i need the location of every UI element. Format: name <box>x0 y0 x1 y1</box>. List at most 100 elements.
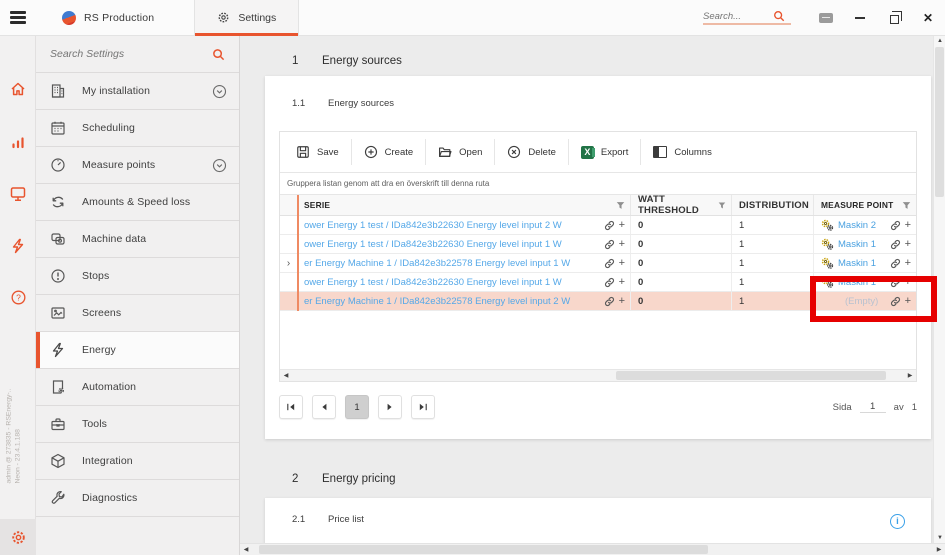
prev-page-button[interactable] <box>312 395 336 419</box>
nav-screens-button[interactable] <box>0 177 36 211</box>
serie-cell[interactable]: er Energy Machine 1 / IDa842e3b22578 Ene… <box>297 292 631 310</box>
link-icon[interactable] <box>890 239 901 250</box>
page-number-input[interactable] <box>860 401 886 413</box>
delete-button[interactable]: Delete <box>495 132 567 172</box>
sidebar-item-diagnostics[interactable]: Diagnostics <box>36 480 239 517</box>
sidebar-item-machine-data[interactable]: Machine data <box>36 221 239 258</box>
page-horizontal-scrollbar[interactable]: ◀ ▶ <box>240 543 945 555</box>
table-row[interactable]: › er Energy Machine 1 / IDa842e3b22578 E… <box>280 254 916 273</box>
add-icon[interactable]: + <box>619 239 625 250</box>
column-header-watt-threshold[interactable]: WATT THRESHOLD <box>631 195 732 215</box>
chevron-down-icon[interactable] <box>212 158 227 173</box>
add-icon[interactable]: + <box>619 258 625 269</box>
grid-horizontal-scrollbar[interactable]: ◀ ▶ <box>280 369 916 381</box>
sidebar-item-scheduling[interactable]: Scheduling <box>36 110 239 147</box>
save-button[interactable]: Save <box>284 132 351 172</box>
link-icon[interactable] <box>604 296 615 307</box>
create-button[interactable]: Create <box>352 132 426 172</box>
export-button[interactable]: Export <box>569 132 640 172</box>
nav-energy-button[interactable] <box>0 229 36 263</box>
nav-help-button[interactable]: ? <box>0 280 36 314</box>
column-header-measure-point[interactable]: MEASURE POINT <box>814 195 916 215</box>
measure-point-cell[interactable]: Maskin 1 + <box>814 254 916 272</box>
measure-point-cell[interactable]: Maskin 1 + <box>814 273 916 291</box>
scrollbar-track[interactable] <box>252 544 933 555</box>
serie-cell[interactable]: ower Energy 1 test / IDa842e3b22630 Ener… <box>297 273 631 291</box>
link-icon[interactable] <box>604 277 615 288</box>
next-page-button[interactable] <box>378 395 402 419</box>
distribution-cell[interactable]: 1 <box>732 216 814 234</box>
serie-cell[interactable]: er Energy Machine 1 / IDa842e3b22578 Ene… <box>297 254 631 272</box>
serie-cell[interactable]: ower Energy 1 test / IDa842e3b22630 Ener… <box>297 216 631 234</box>
hamburger-menu-icon[interactable] <box>0 0 36 36</box>
distribution-cell[interactable]: 1 <box>732 292 814 310</box>
scroll-down-icon[interactable]: ▼ <box>934 535 945 541</box>
measure-point-cell[interactable]: Maskin 1 + <box>814 235 916 253</box>
last-page-button[interactable] <box>411 395 435 419</box>
watt-threshold-cell[interactable]: 0 <box>631 216 732 234</box>
watt-threshold-cell[interactable]: 0 <box>631 254 732 272</box>
sidebar-item-tools[interactable]: Tools <box>36 406 239 443</box>
add-icon[interactable]: + <box>905 277 911 288</box>
restore-button[interactable] <box>877 0 911 36</box>
add-icon[interactable]: + <box>905 220 911 231</box>
measure-point-link[interactable]: Maskin 2 <box>838 220 876 231</box>
page-vertical-scrollbar[interactable]: ▲ ▼ <box>933 36 945 543</box>
scroll-right-icon[interactable]: ▶ <box>904 372 916 379</box>
filter-icon[interactable] <box>902 201 911 210</box>
add-icon[interactable]: + <box>619 220 625 231</box>
nav-home-button[interactable] <box>0 72 36 106</box>
nav-analytics-button[interactable] <box>0 125 36 159</box>
watt-threshold-cell[interactable]: 0 <box>631 273 732 291</box>
open-button[interactable]: Open <box>426 132 494 172</box>
table-row-highlighted[interactable]: er Energy Machine 1 / IDa842e3b22578 Ene… <box>280 292 916 311</box>
column-header-distribution[interactable]: DISTRIBUTION <box>732 195 814 215</box>
filter-icon[interactable] <box>718 201 726 210</box>
link-icon[interactable] <box>890 258 901 269</box>
sidebar-item-screens[interactable]: Screens <box>36 295 239 332</box>
link-icon[interactable] <box>890 220 901 231</box>
distribution-cell[interactable]: 1 <box>732 235 814 253</box>
expand-toggle[interactable]: › <box>280 254 297 272</box>
measure-point-cell[interactable]: Maskin 2 + <box>814 216 916 234</box>
distribution-cell[interactable]: 1 <box>732 254 814 272</box>
sidebar-item-amounts-speed-loss[interactable]: Amounts & Speed loss <box>36 184 239 221</box>
scroll-left-icon[interactable]: ◀ <box>240 546 252 553</box>
add-icon[interactable]: + <box>619 277 625 288</box>
feedback-button[interactable] <box>809 0 843 36</box>
settings-rail-button[interactable] <box>0 519 36 555</box>
add-icon[interactable]: + <box>905 239 911 250</box>
distribution-cell[interactable]: 1 <box>732 273 814 291</box>
group-by-bar[interactable]: Gruppera listan genom att dra en överskr… <box>280 173 916 195</box>
add-icon[interactable]: + <box>905 258 911 269</box>
first-page-button[interactable] <box>279 395 303 419</box>
info-icon[interactable]: i <box>890 514 905 529</box>
watt-threshold-cell[interactable]: 0 <box>631 292 732 310</box>
scroll-right-icon[interactable]: ▶ <box>933 546 945 553</box>
chevron-down-icon[interactable] <box>212 84 227 99</box>
watt-threshold-cell[interactable]: 0 <box>631 235 732 253</box>
scroll-left-icon[interactable]: ◀ <box>280 372 292 379</box>
columns-button[interactable]: Columns <box>641 132 724 172</box>
add-icon[interactable]: + <box>619 296 625 307</box>
measure-point-cell-empty[interactable]: (Empty) + <box>814 292 916 310</box>
serie-cell[interactable]: ower Energy 1 test / IDa842e3b22630 Ener… <box>297 235 631 253</box>
link-icon[interactable] <box>890 296 901 307</box>
sidebar-item-automation[interactable]: Automation <box>36 369 239 406</box>
minimize-button[interactable] <box>843 0 877 36</box>
scrollbar-track[interactable] <box>292 370 904 381</box>
filter-icon[interactable] <box>616 201 625 210</box>
sidebar-item-energy[interactable]: Energy <box>36 332 239 369</box>
scrollbar-thumb[interactable] <box>616 371 885 380</box>
search-icon[interactable] <box>773 10 785 22</box>
scroll-up-icon[interactable]: ▲ <box>934 38 945 44</box>
link-icon[interactable] <box>604 239 615 250</box>
tab-settings[interactable]: Settings <box>194 0 299 36</box>
sidebar-item-measure-points[interactable]: Measure points <box>36 147 239 184</box>
page-1-button[interactable]: 1 <box>345 395 369 419</box>
measure-point-link[interactable]: Maskin 1 <box>838 239 876 250</box>
close-button[interactable]: ✕ <box>911 0 945 36</box>
search-icon[interactable] <box>212 48 225 61</box>
link-icon[interactable] <box>604 220 615 231</box>
link-icon[interactable] <box>604 258 615 269</box>
